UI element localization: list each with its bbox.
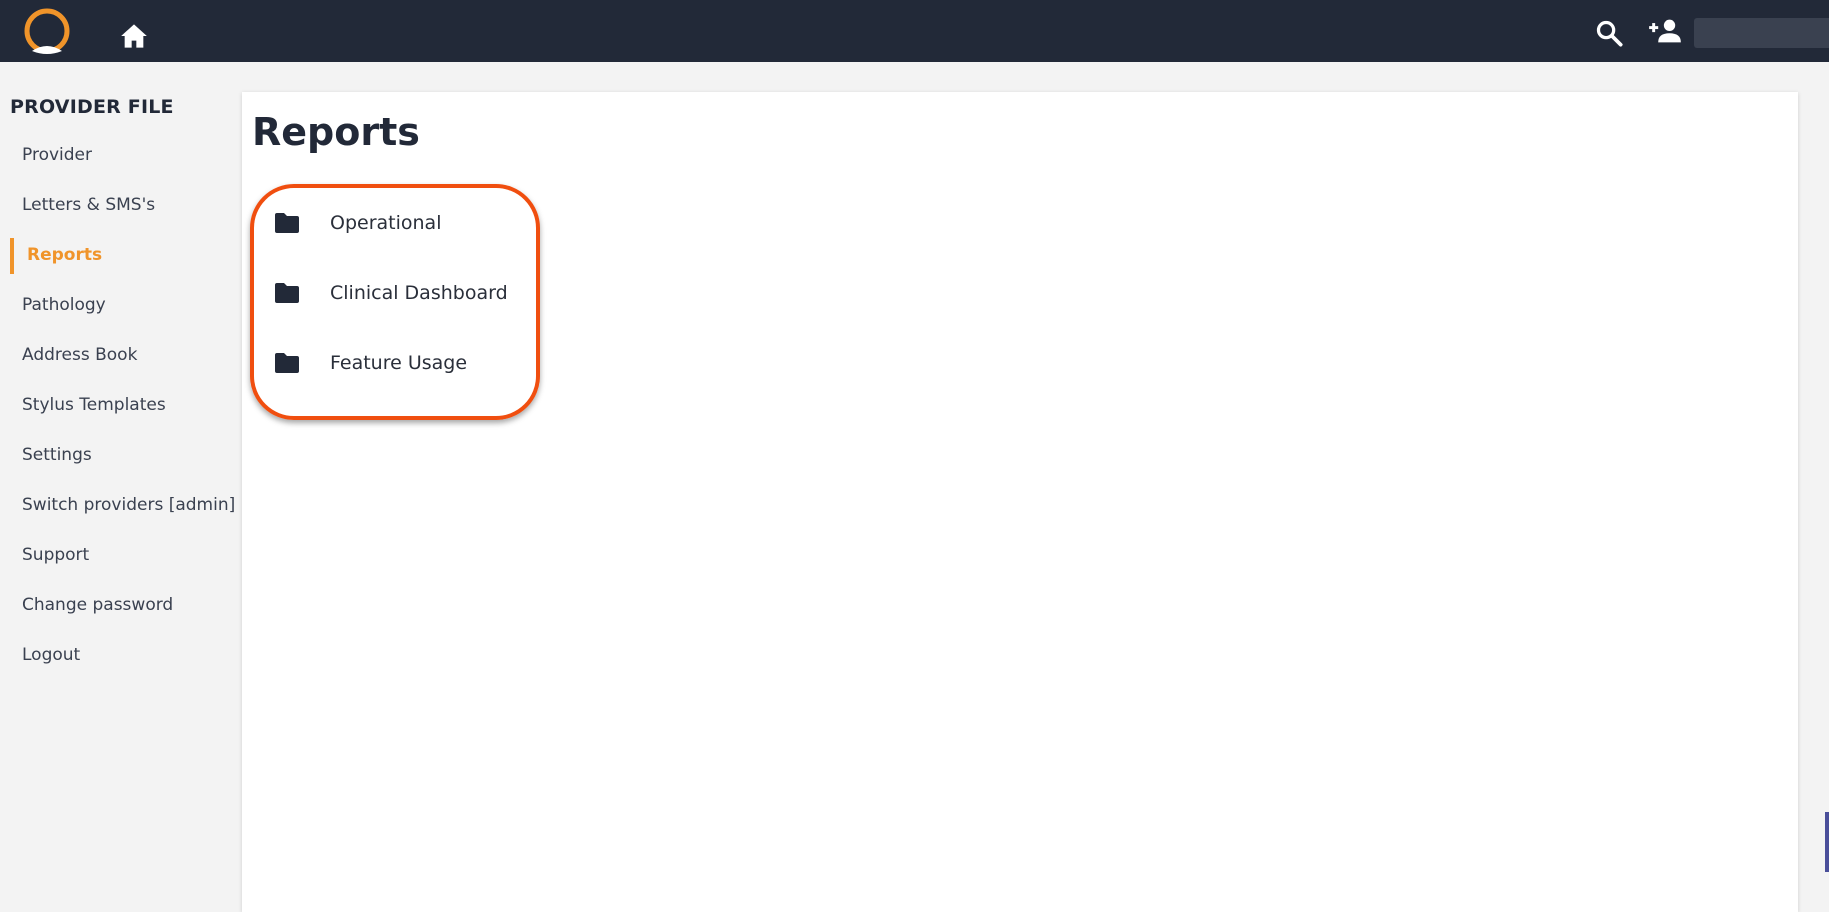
sidebar-item-label: Switch providers [admin] [22,495,236,515]
sidebar-item-support[interactable]: Support [10,538,238,574]
add-person-icon[interactable] [1648,17,1682,45]
report-folder-operational[interactable]: Operational [274,204,514,244]
sidebar-item-logout[interactable]: Logout [10,638,238,674]
sidebar-item-switch-providers[interactable]: Switch providers [admin] [10,488,238,524]
report-folder-clinical-dashboard[interactable]: Clinical Dashboard [274,274,514,314]
sidebar-item-settings[interactable]: Settings [10,438,238,474]
sidebar-title: PROVIDER FILE [10,96,174,118]
folder-icon [275,283,299,303]
page-title: Reports [252,110,420,154]
sidebar-item-stylus-templates[interactable]: Stylus Templates [10,388,238,424]
user-menu[interactable] [1694,18,1829,48]
sidebar-item-pathology[interactable]: Pathology [10,288,238,324]
sidebar-item-label: Reports [27,245,103,265]
home-icon[interactable] [120,23,148,49]
sidebar-item-label: Address Book [22,345,138,365]
sidebar-item-address-book[interactable]: Address Book [10,338,238,374]
reports-panel: Reports Operational Clinical Dashboard F… [242,92,1798,912]
app-logo-icon[interactable] [22,8,72,58]
sidebar-item-provider[interactable]: Provider [10,138,238,174]
sidebar-item-label: Pathology [22,295,106,315]
sidebar-item-letters-sms[interactable]: Letters & SMS's [10,188,238,224]
search-icon[interactable] [1595,19,1623,47]
folder-icon [275,353,299,373]
sidebar-item-change-password[interactable]: Change password [10,588,238,624]
sidebar-item-label: Support [22,545,90,565]
sidebar-item-label: Provider [22,145,92,165]
scrollbar-edge[interactable] [1825,812,1829,872]
sidebar-item-label: Logout [22,645,81,665]
top-navigation-bar [0,0,1829,62]
sidebar-item-label: Letters & SMS's [22,195,156,215]
report-label: Operational [330,212,442,234]
sidebar-item-label: Change password [22,595,174,615]
folder-icon [275,213,299,233]
sidebar: PROVIDER FILE Provider Letters & SMS's R… [0,62,240,909]
report-label: Feature Usage [330,352,468,374]
sidebar-item-label: Settings [22,445,92,465]
report-label: Clinical Dashboard [330,282,508,304]
sidebar-item-reports[interactable]: Reports [10,238,242,274]
report-folder-feature-usage[interactable]: Feature Usage [274,344,514,384]
sidebar-item-label: Stylus Templates [22,395,166,415]
